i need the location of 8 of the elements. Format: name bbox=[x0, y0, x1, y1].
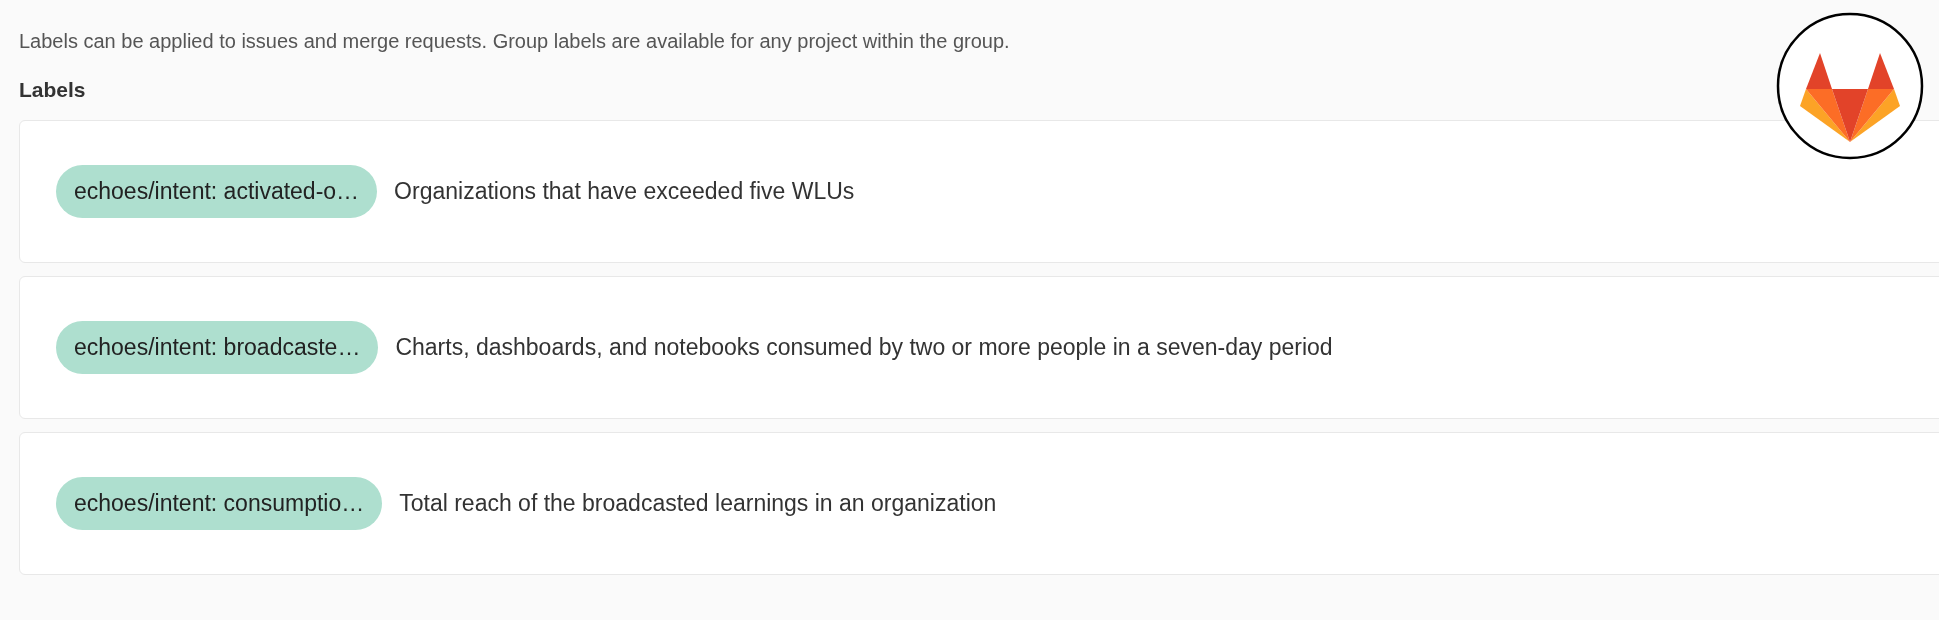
label-description: Charts, dashboards, and notebooks consumed by two or more people in a seven-day period bbox=[395, 334, 1333, 361]
labels-heading: Labels bbox=[19, 78, 87, 102]
label-tag[interactable]: echoes/intent: activated-o… bbox=[56, 165, 378, 218]
label-description: Total reach of the broadcasted learnings in an organization bbox=[399, 490, 997, 517]
label-tag[interactable]: echoes/intent: consumptio… bbox=[56, 477, 383, 530]
label-tag[interactable]: echoes/intent: broadcaste… bbox=[56, 321, 379, 374]
intro-text: Labels can be applied to issues and merge requests. Group labels are available for any project within the group. bbox=[19, 30, 1011, 53]
label-description: Organizations that have exceeded five WLUs bbox=[394, 178, 855, 205]
